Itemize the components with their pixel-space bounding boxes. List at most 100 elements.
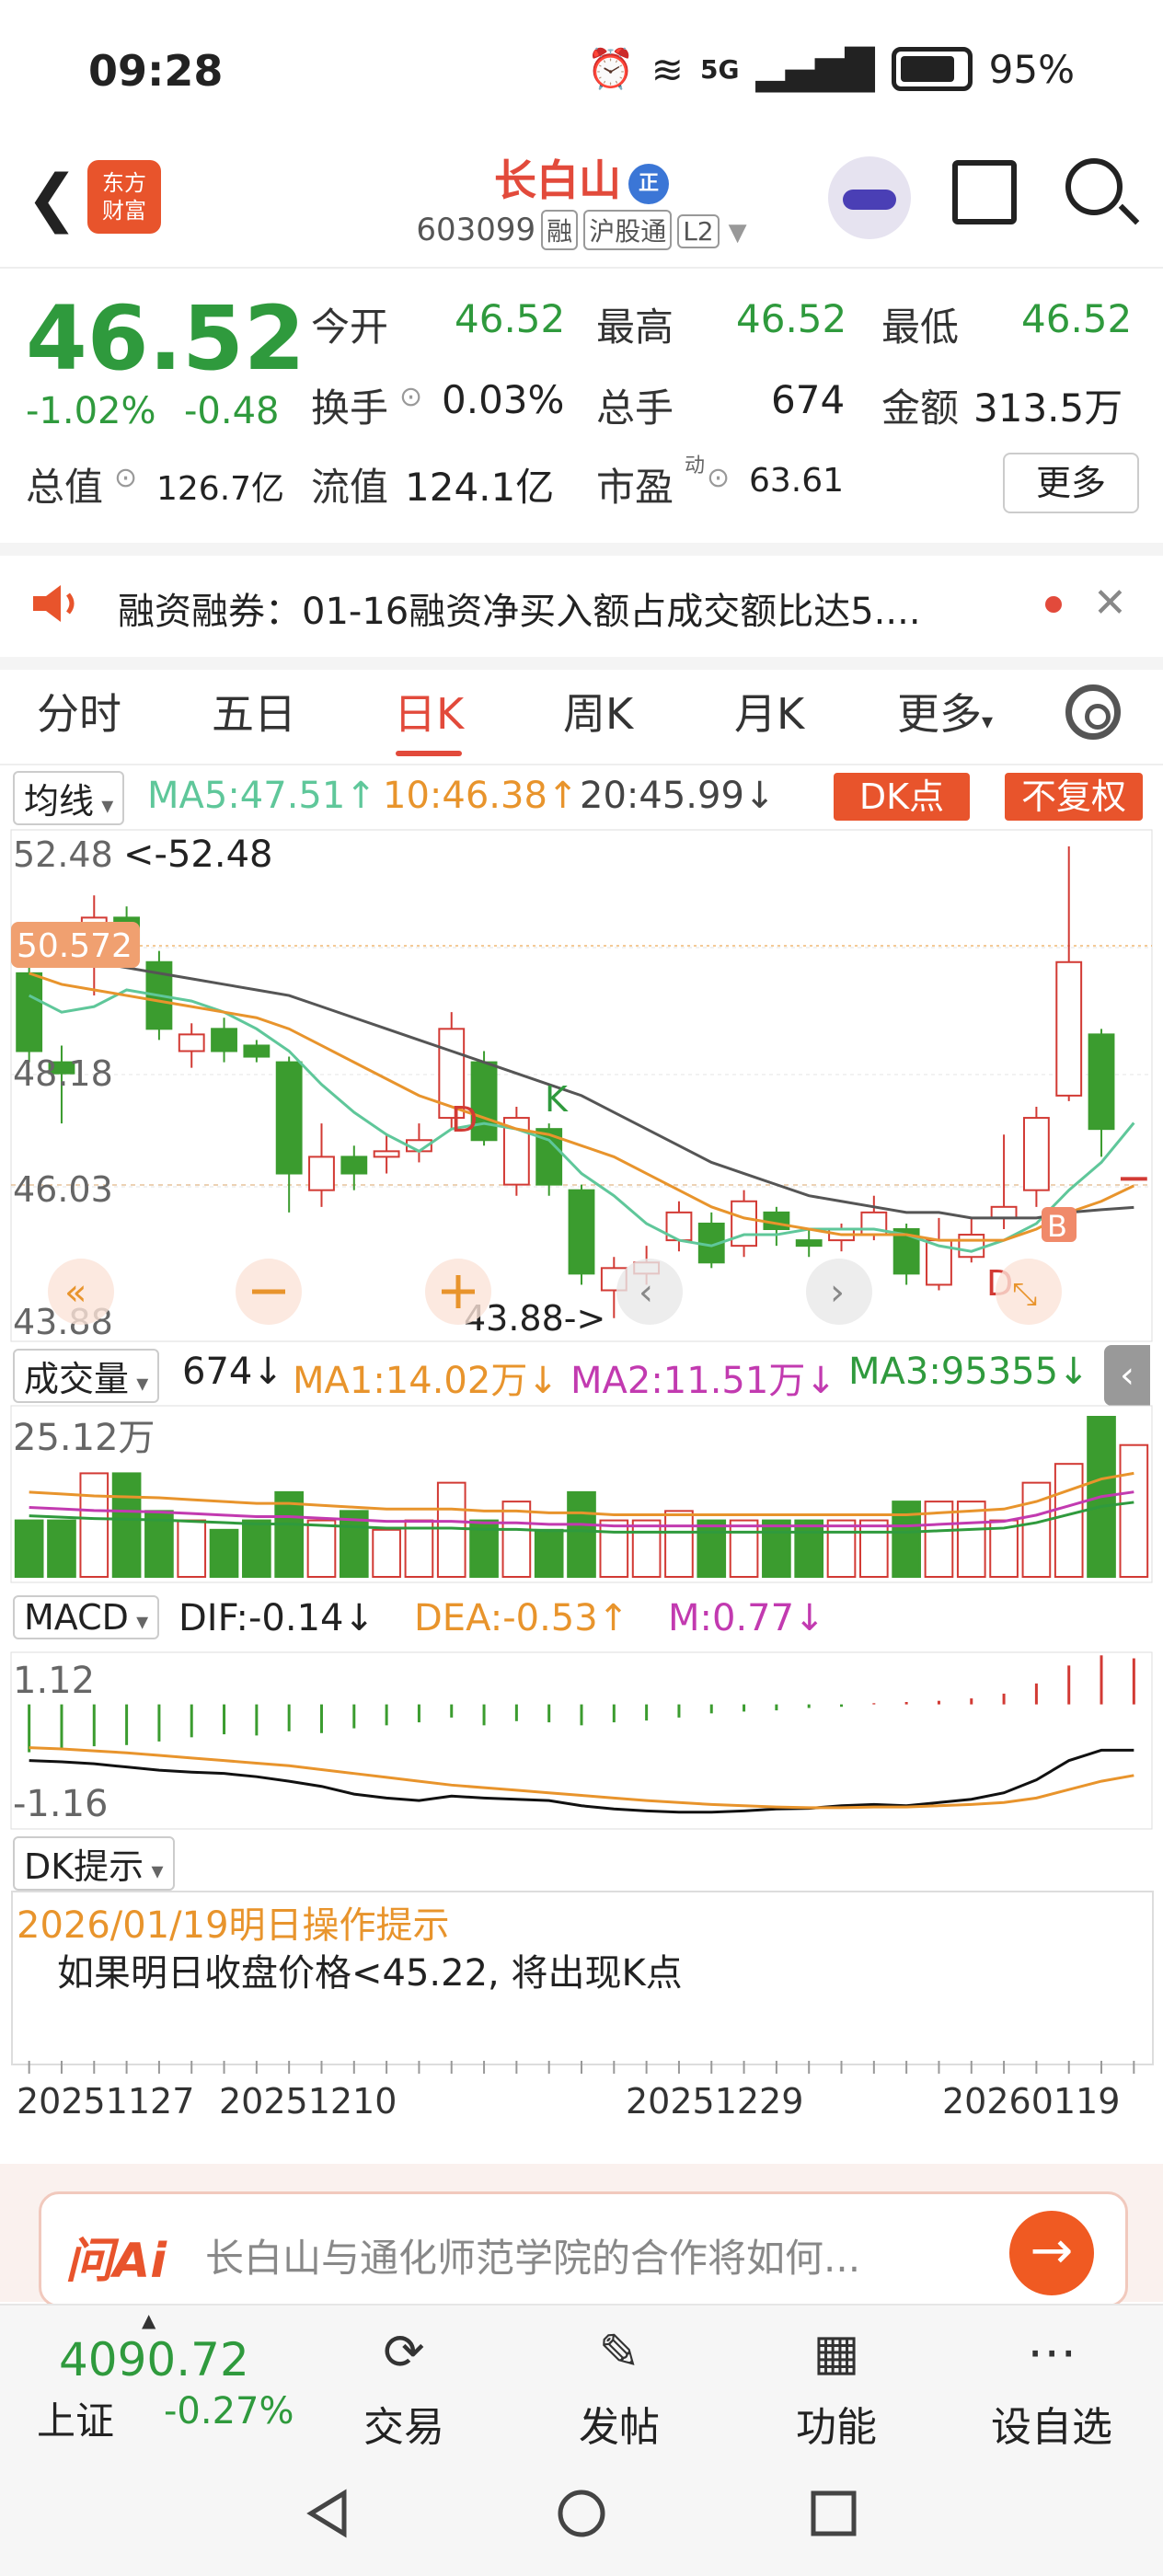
volume-bar: [1119, 1443, 1149, 1578]
market-cap-value: 126.7亿: [156, 470, 285, 508]
speaker-icon: [33, 585, 75, 622]
vol-ma2: MA2:11.51万↓: [570, 1360, 836, 1402]
caret-up-icon: ▲: [142, 2309, 156, 2331]
volume-bar: [242, 1519, 271, 1578]
volume-bar: [826, 1519, 857, 1578]
macd-m: M:0.77↓: [668, 1597, 825, 1639]
max-note: <-52.48: [123, 834, 272, 876]
tab-monthly-k[interactable]: 月K: [734, 681, 804, 742]
macd-top-label: 1.12: [13, 1660, 95, 1702]
no-adjust-button[interactable]: 不复权: [1005, 773, 1143, 821]
info-icon[interactable]: ⊙: [707, 462, 730, 494]
volume-bar: [697, 1519, 727, 1578]
quote-panel: 46.52 -1.02% -0.48 今开 46.52 最高 46.52 最低 …: [0, 269, 1163, 535]
volume-value: 674: [771, 377, 846, 422]
edit-icon: ✎: [598, 2323, 640, 2381]
macd-frame: [10, 1651, 1153, 1830]
nav-post[interactable]: ✎ 发帖: [541, 2320, 697, 2453]
macd-chart[interactable]: 1.12 -1.16: [0, 1650, 1163, 1831]
ai-robot-icon[interactable]: [828, 156, 911, 239]
nav-trade[interactable]: ⟳ 交易: [326, 2320, 482, 2453]
dk-hint-select[interactable]: DK提示: [13, 1836, 175, 1891]
grid-icon: ▦: [812, 2323, 860, 2381]
nav-trade-label: 交易: [363, 2404, 444, 2451]
step-right-glyph: ›: [830, 1271, 845, 1314]
pe-label: 市盈: [596, 465, 674, 510]
gear-icon[interactable]: [1065, 684, 1121, 740]
dk-hint-text: 如果明日收盘价格<45.22, 将出现K点: [57, 1952, 683, 1995]
tab-weekly-k[interactable]: 周K: [563, 681, 633, 742]
bottom-nav: ▲ 4090.72 上证 -0.27% ⟳ 交易 ✎ 发帖 ▦ 功能 ⋯ 设自选: [0, 2304, 1163, 2453]
candle-body: [211, 1028, 237, 1052]
status-bar: 09:28 ⏰ ≋ 5G ▂▄▆█ 95%: [0, 0, 1163, 138]
index-change: -0.27%: [164, 2390, 294, 2432]
battery-percent: 95%: [988, 46, 1075, 92]
macd-select[interactable]: MACD: [13, 1595, 160, 1639]
scroll-left-glyph: «: [64, 1271, 86, 1314]
more-button[interactable]: 更多: [1003, 453, 1139, 513]
candle-body: [568, 1189, 595, 1275]
volume-bar: [177, 1519, 207, 1578]
date-label-1: 20251127: [17, 2081, 195, 2122]
change-amount: -0.48: [184, 390, 280, 432]
collapse-icon[interactable]: ‹: [1104, 1345, 1150, 1406]
info-icon[interactable]: ⊙: [114, 462, 137, 494]
info-icon[interactable]: ⊙: [399, 381, 422, 413]
candle-body: [16, 972, 43, 1052]
kline-chart[interactable]: 52.48 <-52.48 50.572 48.18 46.03 43.88 4…: [0, 828, 1163, 1343]
volume-bar: [567, 1490, 596, 1578]
candle-body: [178, 1033, 205, 1052]
tab-daily-k[interactable]: 日K: [394, 681, 464, 742]
tag-rong: 融: [541, 210, 579, 250]
fullscreen-glyph: ⤡: [1012, 1276, 1037, 1313]
tab-intraday[interactable]: 分时: [37, 681, 121, 742]
stock-header: ❮ 东方 财富 长白山正 603099 融沪股通 L2 ▼: [0, 138, 1163, 269]
open-label: 今开: [311, 305, 389, 350]
system-nav: [0, 2451, 1163, 2576]
indicator-select[interactable]: 均线: [13, 771, 125, 825]
candle-body: [1022, 1117, 1050, 1191]
volume-chart[interactable]: 25.12万: [0, 1404, 1163, 1584]
period-tabs: 分时 五日 日K 周K 月K 更多▾: [0, 662, 1163, 765]
search-icon[interactable]: [1065, 158, 1123, 215]
share-icon[interactable]: [952, 160, 1017, 224]
back-icon[interactable]: [304, 2488, 355, 2539]
macd-dea: DEA:-0.53↑: [414, 1597, 629, 1639]
news-ticker[interactable]: 融资融券：01-16融资净买入额占成交额比达5.... ✕: [0, 543, 1163, 670]
float-cap-label: 流值: [311, 465, 389, 510]
arrow-right-icon[interactable]: →: [1009, 2211, 1094, 2295]
change-percent: -1.02%: [26, 390, 156, 432]
ma20-value: 20:45.99↓: [580, 775, 776, 817]
date-label-3: 20251229: [626, 2081, 804, 2122]
signal-d-1: D: [451, 1099, 478, 1140]
dropdown-icon[interactable]: ▼: [729, 219, 747, 247]
open-value: 46.52: [455, 296, 566, 341]
tab-five-day[interactable]: 五日: [212, 681, 296, 742]
vol-ma1: MA1:14.02万↓: [293, 1360, 558, 1402]
close-icon[interactable]: ✕: [1093, 580, 1127, 627]
unread-dot: [1045, 596, 1062, 613]
turnover-value: 0.03%: [442, 377, 565, 422]
dk-point-button[interactable]: DK点: [834, 773, 970, 821]
ai-ask-bar[interactable]: 问Ai 长白山与通化师范学院的合作将如何... →: [39, 2191, 1128, 2307]
last-price: 46.52: [26, 287, 305, 390]
stock-code: 603099: [416, 212, 536, 248]
index-name[interactable]: 上证: [37, 2390, 114, 2446]
alarm-icon: ⏰: [586, 46, 635, 91]
candle-body: [1055, 960, 1083, 1097]
dk-hint-title: 2026/01/19明日操作提示: [17, 1904, 450, 1947]
index-value[interactable]: 4090.72: [59, 2333, 249, 2386]
macd-legend: MACD DIF:-0.14↓ DEA:-0.53↑ M:0.77↓: [0, 1592, 1163, 1647]
volume-select[interactable]: 成交量: [13, 1349, 160, 1403]
vol-ma3: MA3:95355↓: [848, 1351, 1089, 1393]
yuan-icon: ⟳: [383, 2323, 425, 2381]
recents-icon[interactable]: [808, 2488, 859, 2539]
candle-body: [795, 1239, 823, 1248]
date-axis-ticks: [28, 2061, 1135, 2074]
nav-watchlist[interactable]: ⋯ 设自选: [973, 2320, 1130, 2453]
nav-functions[interactable]: ▦ 功能: [758, 2320, 915, 2453]
step-left-glyph: ‹: [639, 1271, 653, 1314]
tab-more[interactable]: 更多▾: [897, 681, 993, 742]
ma-legend: 均线 MA5:47.51↑ 10:46.38↑ 20:45.99↓ DK点 不复…: [0, 769, 1163, 825]
home-icon[interactable]: [556, 2488, 607, 2539]
